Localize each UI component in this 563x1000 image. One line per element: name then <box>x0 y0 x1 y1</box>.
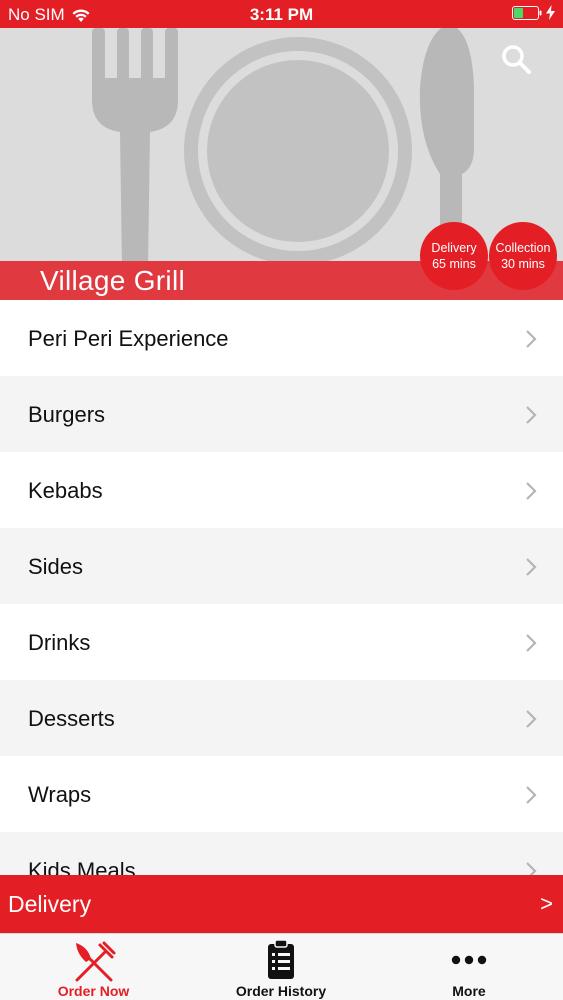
clipboard-list-icon <box>268 940 294 979</box>
delivery-badge-label: Delivery <box>431 241 477 255</box>
order-mode-label: Delivery <box>8 891 92 917</box>
menu-item-label: Peri Peri Experience <box>28 326 229 351</box>
tab-more[interactable]: More <box>375 934 563 1000</box>
chevron-right-icon <box>526 558 537 576</box>
menu-item-label: Drinks <box>28 630 91 655</box>
status-right <box>512 5 555 20</box>
fork-knife-icon <box>75 941 115 982</box>
menu-item-desserts[interactable]: Desserts <box>0 680 563 756</box>
chevron-right-icon: > <box>540 891 553 916</box>
search-icon[interactable] <box>499 42 533 76</box>
chevron-right-icon <box>526 634 537 652</box>
restaurant-name: Village Grill <box>40 265 185 296</box>
menu-item-label: Wraps <box>28 782 92 807</box>
clock: 3:11 PM <box>249 5 314 24</box>
menu-item-sides[interactable]: Sides <box>0 528 563 604</box>
tab-label: More <box>452 983 486 999</box>
menu-item-burgers[interactable]: Burgers <box>0 376 563 452</box>
menu-category-list: Peri Peri Experience Burgers Kebabs Side… <box>0 300 563 875</box>
menu-item-label: Burgers <box>28 402 106 427</box>
tab-order-now[interactable]: Order Now <box>0 934 187 1000</box>
chevron-right-icon <box>526 710 537 728</box>
menu-item-kebabs[interactable]: Kebabs <box>0 452 563 528</box>
delivery-badge-time: 65 mins <box>432 257 476 271</box>
collection-time-badge: Collection 30 mins <box>489 222 557 290</box>
menu-item-kids-meals[interactable]: Kids Meals <box>0 832 563 875</box>
tab-label: Order History <box>235 983 327 999</box>
collection-badge-time: 30 mins <box>501 257 545 271</box>
delivery-time-badge: Delivery 65 mins <box>420 222 488 290</box>
tab-label: Order Now <box>57 983 130 999</box>
menu-item-label: Sides <box>28 554 84 579</box>
tab-order-history[interactable]: Order History <box>187 934 375 1000</box>
menu-item-drinks[interactable]: Drinks <box>0 604 563 680</box>
charging-bolt-icon <box>546 5 555 20</box>
menu-item-label: Kids Meals <box>28 858 136 875</box>
more-dots-icon <box>451 955 487 965</box>
chevron-right-icon <box>526 330 537 348</box>
menu-item-label: Kebabs <box>28 478 103 503</box>
chevron-right-icon <box>526 862 537 875</box>
collection-badge-label: Collection <box>495 241 551 255</box>
menu-item-peri-peri-experience[interactable]: Peri Peri Experience <box>0 300 563 376</box>
chevron-right-icon <box>526 482 537 500</box>
chevron-right-icon <box>526 406 537 424</box>
battery-icon <box>512 5 542 20</box>
order-mode-bar[interactable]: Delivery > <box>0 875 563 933</box>
tab-bar: Order Now Order History More <box>0 933 563 1000</box>
menu-item-label: Desserts <box>28 706 115 731</box>
status-bar: No SIM 3:11 PM <box>0 0 563 28</box>
chevron-right-icon <box>526 786 537 804</box>
menu-item-wraps[interactable]: Wraps <box>0 756 563 832</box>
